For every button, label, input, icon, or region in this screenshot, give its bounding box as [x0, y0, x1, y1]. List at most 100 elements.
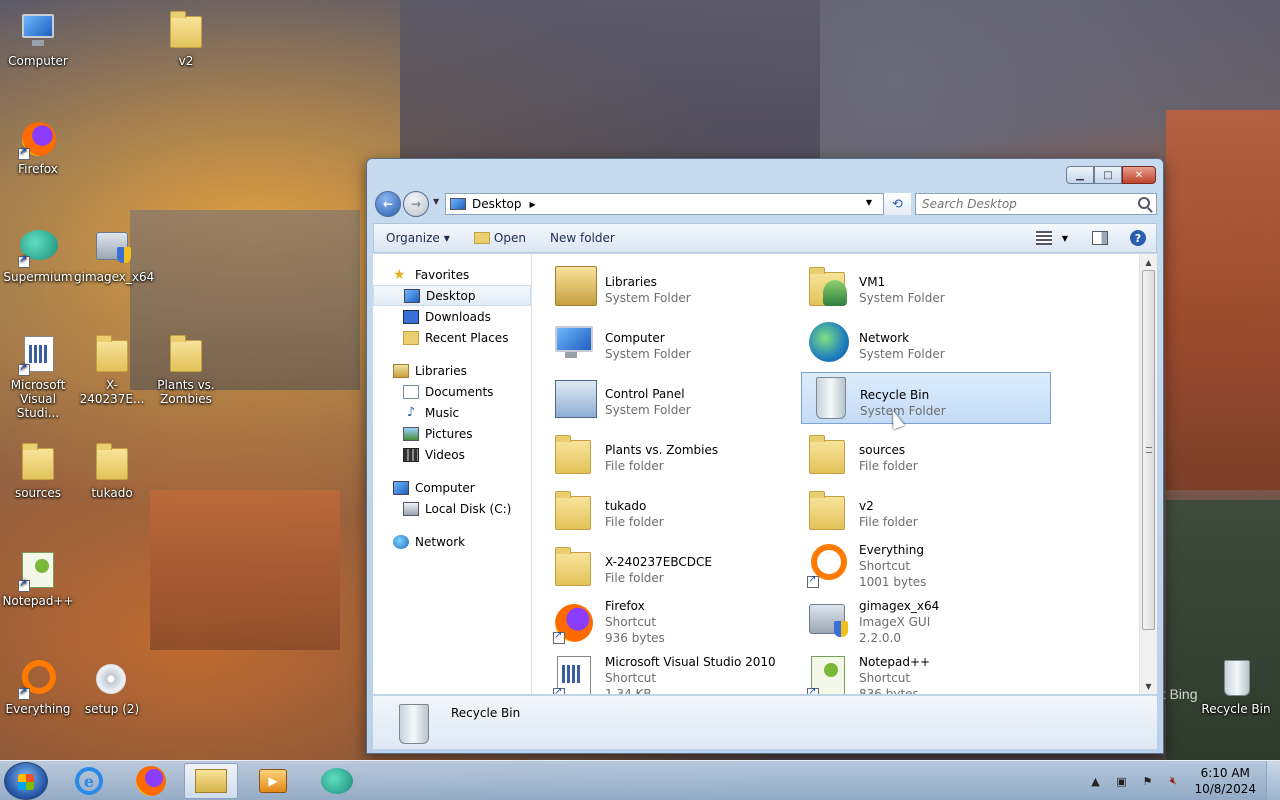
- system-tray: ▲ ▣ ⚑ 🔇︎ 6:10 AM 10/8/2024: [1082, 761, 1280, 800]
- organize-button[interactable]: Organize ▼: [374, 231, 462, 245]
- supermium-icon: [321, 768, 353, 794]
- forward-button[interactable]: →: [403, 191, 429, 217]
- list-item[interactable]: Network System Folder: [801, 316, 1051, 368]
- nav-recent-places[interactable]: Recent Places: [373, 327, 531, 348]
- refresh-button[interactable]: ⟲: [883, 193, 911, 215]
- folder-icon: [555, 491, 591, 530]
- scroll-down-button[interactable]: ▼: [1140, 678, 1157, 694]
- new-folder-button[interactable]: New folder: [538, 231, 627, 245]
- taskbar-media-player[interactable]: ▶: [246, 763, 300, 799]
- desktop-icon-plants-vs-zombies[interactable]: Plants vs. Zombies: [148, 332, 224, 406]
- list-item[interactable]: VM1 System Folder: [801, 260, 1051, 312]
- desktop-icon-supermium[interactable]: Supermium: [0, 224, 76, 284]
- clock[interactable]: 6:10 AM 10/8/2024: [1194, 765, 1256, 797]
- taskbar-explorer[interactable]: [184, 763, 238, 799]
- desktop-icon-firefox[interactable]: Firefox: [0, 116, 76, 176]
- breadcrumb-arrow-icon[interactable]: ▶: [530, 200, 536, 209]
- nav-libraries[interactable]: Libraries: [373, 360, 531, 381]
- libraries-icon: [555, 266, 597, 306]
- list-item[interactable]: X-240237EBCDCE File folder: [547, 540, 797, 592]
- list-item[interactable]: Plants vs. Zombies File folder: [547, 428, 797, 480]
- nav-music[interactable]: ♪ Music: [373, 402, 531, 423]
- back-button[interactable]: ←: [375, 191, 401, 217]
- search-icon[interactable]: [1138, 197, 1150, 209]
- open-folder-icon: [473, 232, 490, 244]
- list-item[interactable]: sources File folder: [801, 428, 1051, 480]
- address-bar[interactable]: Desktop ▶ ▼: [445, 193, 909, 215]
- list-item[interactable]: Microsoft Visual Studio 2010Shortcut1.34…: [547, 652, 797, 694]
- desktop-icon: [404, 288, 420, 303]
- help-icon[interactable]: ?: [1130, 230, 1146, 246]
- preview-pane-icon[interactable]: [1092, 231, 1108, 245]
- nav-pictures[interactable]: Pictures: [373, 423, 531, 444]
- taskbar-supermium[interactable]: [310, 763, 364, 799]
- open-button[interactable]: Open: [462, 231, 538, 245]
- desktop-icon-tukado[interactable]: tukado: [74, 440, 150, 500]
- nav-computer[interactable]: Computer: [373, 477, 531, 498]
- star-icon: ★: [393, 266, 406, 283]
- scroll-thumb[interactable]: [1142, 270, 1155, 630]
- show-hidden-icons-button[interactable]: ▲: [1087, 773, 1103, 789]
- vertical-scrollbar[interactable]: ▲ ▼: [1139, 254, 1157, 694]
- recent-pages-dropdown[interactable]: ▼: [433, 197, 439, 206]
- minimize-button[interactable]: ▁: [1066, 166, 1094, 184]
- volume-muted-icon[interactable]: 🔇︎: [1165, 773, 1181, 789]
- recycle-bin-icon: [399, 704, 429, 744]
- command-bar: Organize ▼ Open New folder ▼ ?: [373, 223, 1157, 253]
- shortcut-arrow-icon: [18, 254, 30, 268]
- hard-drive-icon: [403, 501, 419, 516]
- search-input[interactable]: [922, 197, 1122, 211]
- close-button[interactable]: ✕: [1122, 166, 1156, 184]
- taskbar: e ▶ ▲ ▣ ⚑ 🔇︎ 6:10 AM 10/8/2024: [0, 760, 1280, 800]
- network-icon: [809, 322, 849, 362]
- desktop-icon-gimagex[interactable]: gimagex_x64: [74, 224, 154, 284]
- list-item[interactable]: Libraries System Folder: [547, 260, 797, 312]
- nav-videos[interactable]: Videos: [373, 444, 531, 465]
- search-box[interactable]: [915, 193, 1157, 215]
- nav-favorites[interactable]: ★ Favorites: [373, 264, 531, 285]
- list-item[interactable]: Computer System Folder: [547, 316, 797, 368]
- desktop-icon-notepad-plus[interactable]: Notepad++: [0, 548, 76, 608]
- libraries-icon: [393, 363, 409, 378]
- desktop-icon-sources[interactable]: sources: [0, 440, 76, 500]
- view-options-dropdown-icon[interactable]: ▼: [1062, 234, 1068, 243]
- setup-icon: [96, 664, 126, 694]
- nav-network[interactable]: Network: [373, 531, 531, 552]
- control-panel-icon: [555, 380, 597, 418]
- nav-documents[interactable]: Documents: [373, 381, 531, 402]
- list-item[interactable]: Control Panel System Folder: [547, 372, 797, 424]
- details-pane: Recycle Bin: [373, 695, 1157, 749]
- pictures-icon: [403, 426, 419, 441]
- desktop-icon-visual-studio[interactable]: Microsoft Visual Studi...: [0, 332, 76, 420]
- desktop-icon-recycle-bin[interactable]: Recycle Bin: [1198, 656, 1274, 716]
- change-view-icon[interactable]: [1035, 231, 1052, 245]
- folder-icon: [809, 491, 845, 530]
- navigation-pane: ★ Favorites Desktop Downloads Recent Plac…: [373, 254, 532, 694]
- nav-desktop[interactable]: Desktop: [373, 285, 531, 306]
- list-item-selected[interactable]: Recycle Bin System Folder: [801, 372, 1051, 424]
- start-button[interactable]: [4, 762, 48, 800]
- desktop-icon-setup[interactable]: setup (2): [74, 656, 150, 716]
- taskbar-internet-explorer[interactable]: e: [62, 763, 116, 799]
- desktop-icon-everything[interactable]: Everything: [0, 656, 76, 716]
- nav-local-disk[interactable]: Local Disk (C:): [373, 498, 531, 519]
- desktop-icon-x240237[interactable]: X-240237E...: [74, 332, 150, 406]
- recycle-bin-icon: [1224, 660, 1250, 696]
- details-item-name: Recycle Bin: [451, 706, 521, 720]
- address-dropdown-icon[interactable]: ▼: [866, 198, 872, 207]
- scroll-up-button[interactable]: ▲: [1140, 254, 1157, 270]
- action-center-flag-icon[interactable]: ⚑: [1139, 773, 1155, 789]
- folder-icon: [809, 435, 845, 474]
- network-tray-icon[interactable]: ▣: [1113, 773, 1129, 789]
- address-text: Desktop: [472, 197, 522, 211]
- shortcut-arrow-icon: [807, 686, 819, 694]
- taskbar-firefox[interactable]: [124, 763, 178, 799]
- desktop-icon-computer[interactable]: Computer: [0, 8, 76, 68]
- nav-downloads[interactable]: Downloads: [373, 306, 531, 327]
- maximize-button[interactable]: □: [1094, 166, 1122, 184]
- desktop-icon-v2[interactable]: v2: [148, 8, 224, 68]
- show-desktop-button[interactable]: [1266, 761, 1280, 800]
- shortcut-arrow-icon: [553, 686, 565, 694]
- list-item[interactable]: tukado File folder: [547, 484, 797, 536]
- list-item[interactable]: Notepad++Shortcut836 bytes: [801, 652, 1051, 694]
